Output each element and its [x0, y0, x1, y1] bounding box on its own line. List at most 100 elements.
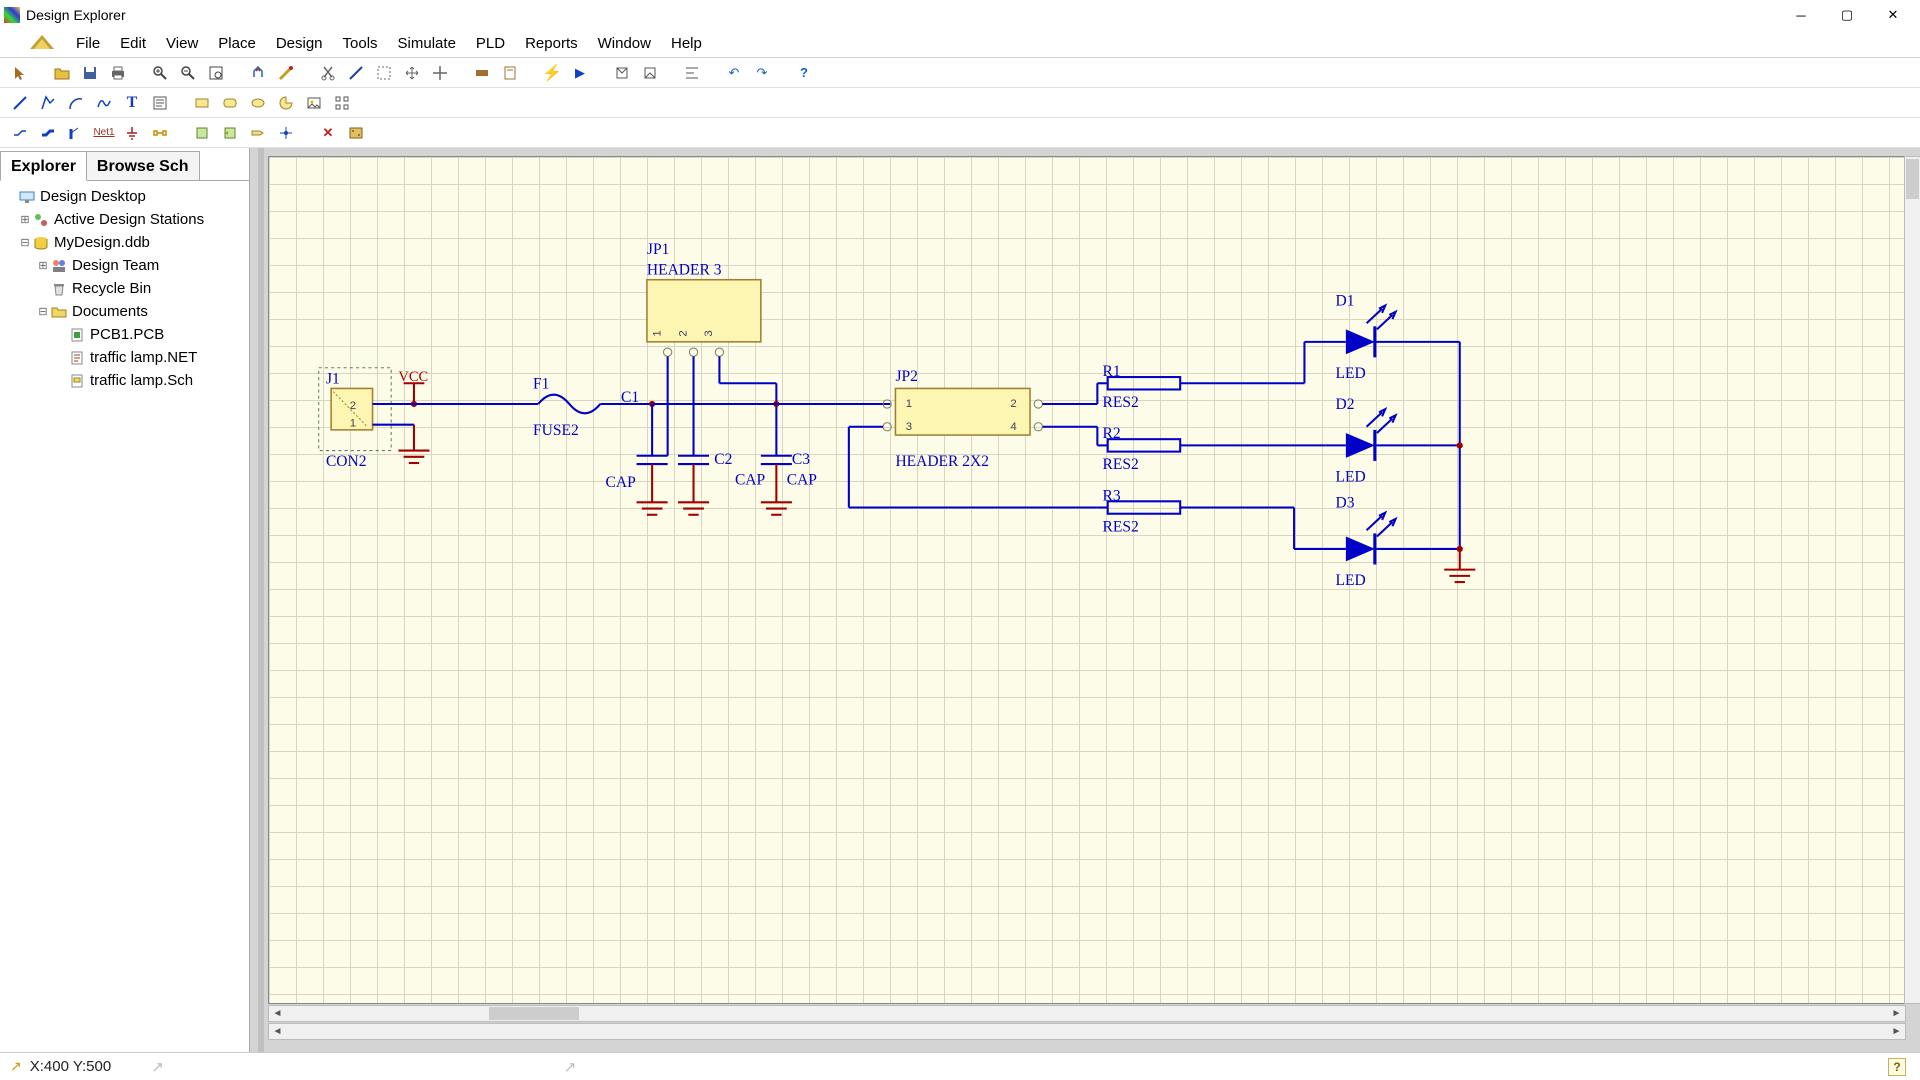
component-c2[interactable]: C2 CAP [678, 451, 766, 502]
menu-reports[interactable]: Reports [515, 29, 588, 58]
bus-tool-icon[interactable] [36, 121, 60, 145]
port-tool-icon[interactable] [246, 121, 270, 145]
collapse-icon[interactable]: ⊟ [18, 236, 32, 249]
menu-place[interactable]: Place [208, 29, 266, 58]
tab-explorer[interactable]: Explorer [0, 151, 87, 181]
minimize-button[interactable]: ─ [1778, 0, 1824, 30]
select-area-icon[interactable] [372, 61, 396, 85]
annotate-icon[interactable] [498, 61, 522, 85]
tree-root[interactable]: Design Desktop [0, 185, 249, 208]
component-d1[interactable]: D1 LED [1304, 293, 1459, 384]
array-tool-icon[interactable] [330, 91, 354, 115]
help-icon[interactable]: ? [792, 61, 816, 85]
menu-design[interactable]: Design [266, 29, 333, 58]
cross-probe-icon[interactable] [274, 61, 298, 85]
component-c1[interactable]: C1 CAP [606, 389, 668, 502]
maximize-button[interactable]: ▢ [1824, 0, 1870, 30]
scroll-left-icon[interactable]: ◄ [269, 1024, 286, 1039]
zoom-out-icon[interactable] [176, 61, 200, 85]
print-icon[interactable] [106, 61, 130, 85]
menu-edit[interactable]: Edit [110, 29, 156, 58]
expand-icon[interactable]: ⊞ [36, 259, 50, 272]
menu-tools[interactable]: Tools [333, 29, 388, 58]
menu-simulate[interactable]: Simulate [388, 29, 466, 58]
wire-tool-icon[interactable] [8, 121, 32, 145]
sheet-tool-icon[interactable] [190, 121, 214, 145]
zoom-in-icon[interactable] [148, 61, 172, 85]
component-r2[interactable]: R2 RES2 [1097, 425, 1325, 473]
menu-pld[interactable]: PLD [466, 29, 515, 58]
text-tool-icon[interactable]: T [120, 91, 144, 115]
part-tool-icon[interactable] [148, 121, 172, 145]
rect-tool-icon[interactable] [190, 91, 214, 115]
menu-view[interactable]: View [156, 29, 208, 58]
outer-horizontal-scrollbar[interactable]: ◄ ► [268, 1023, 1906, 1040]
busentry-tool-icon[interactable] [64, 121, 88, 145]
expand-icon[interactable]: ⊞ [18, 213, 32, 226]
pcblayout-tool-icon[interactable] [344, 121, 368, 145]
hierarchy-up-icon[interactable] [246, 61, 270, 85]
splitter[interactable] [258, 148, 264, 1052]
polygon-tool-icon[interactable] [36, 91, 60, 115]
roundrect-tool-icon[interactable] [218, 91, 242, 115]
cut-icon[interactable] [316, 61, 340, 85]
undo-icon[interactable]: ↶ [722, 61, 746, 85]
power-icon[interactable]: ⚡ [540, 61, 564, 85]
collapse-icon[interactable]: ⊟ [36, 305, 50, 318]
menu-file[interactable]: File [66, 29, 110, 58]
netlabel-tool-icon[interactable]: Net1 [92, 121, 116, 145]
zoom-window-icon[interactable] [204, 61, 228, 85]
move-icon[interactable] [400, 61, 424, 85]
component-r3[interactable]: R3 RES2 [1097, 487, 1294, 535]
component-jp2[interactable]: JP2 HEADER 2X2 1 2 3 4 [883, 368, 1042, 470]
browse-up-icon[interactable] [638, 61, 662, 85]
select-tool-icon[interactable] [8, 61, 32, 85]
component-jp1[interactable]: JP1 HEADER 3 1 2 3 [647, 241, 761, 357]
wire-icon[interactable] [344, 61, 368, 85]
component-c3[interactable]: C3 CAP [761, 401, 817, 502]
component-j1[interactable]: J1 CON2 2 1 [319, 368, 391, 470]
component-d2[interactable]: D2 LED [1325, 396, 1460, 485]
scroll-right-icon[interactable]: ► [1888, 1024, 1905, 1039]
bezier-tool-icon[interactable] [92, 91, 116, 115]
ellipse-tool-icon[interactable] [246, 91, 270, 115]
sheetentry-tool-icon[interactable] [218, 121, 242, 145]
arc-tool-icon[interactable] [64, 91, 88, 115]
scroll-right-icon[interactable]: ► [1888, 1006, 1905, 1021]
menu-help[interactable]: Help [661, 29, 712, 58]
component-d3[interactable]: D3 LED [1294, 495, 1460, 590]
schematic-canvas[interactable]: J1 CON2 2 1 VCC [268, 156, 1906, 1004]
tree-file-sch[interactable]: traffic lamp.Sch [0, 369, 249, 392]
scroll-left-icon[interactable]: ◄ [269, 1006, 286, 1021]
textframe-tool-icon[interactable] [148, 91, 172, 115]
align-icon[interactable] [680, 61, 704, 85]
pie-tool-icon[interactable] [274, 91, 298, 115]
tree-design-team[interactable]: ⊞ Design Team [0, 254, 249, 277]
redo-icon[interactable]: ↷ [750, 61, 774, 85]
tree-file-pcb[interactable]: PCB1.PCB [0, 323, 249, 346]
save-icon[interactable] [78, 61, 102, 85]
gnd-tool-icon[interactable] [120, 121, 144, 145]
close-button[interactable]: ✕ [1870, 0, 1916, 30]
run-icon[interactable]: ▶ [568, 61, 592, 85]
open-icon[interactable] [50, 61, 74, 85]
toggle-units-icon[interactable] [470, 61, 494, 85]
status-help-icon[interactable]: ? [1888, 1058, 1906, 1076]
component-r1[interactable]: R1 RES2 [1097, 363, 1304, 411]
browse-down-icon[interactable] [610, 61, 634, 85]
junction-tool-icon[interactable] [274, 121, 298, 145]
line-tool-icon[interactable] [8, 91, 32, 115]
noErc-tool-icon[interactable]: ✕ [316, 121, 340, 145]
component-f1[interactable]: F1 FUSE2 [533, 375, 600, 439]
tree-file-net[interactable]: traffic lamp.NET [0, 346, 249, 369]
horizontal-scrollbar[interactable]: ◄ ► [268, 1005, 1906, 1022]
deselect-icon[interactable] [428, 61, 452, 85]
tree-recycle-bin[interactable]: Recycle Bin [0, 277, 249, 300]
image-tool-icon[interactable] [302, 91, 326, 115]
menu-window[interactable]: Window [588, 29, 661, 58]
tab-browse-sch[interactable]: Browse Sch [86, 151, 200, 180]
tree-documents[interactable]: ⊟ Documents [0, 300, 249, 323]
tree-mydesign[interactable]: ⊟ MyDesign.ddb [0, 231, 249, 254]
tree-active-stations[interactable]: ⊞ Active Design Stations [0, 208, 249, 231]
vertical-scrollbar[interactable] [1904, 156, 1920, 1004]
